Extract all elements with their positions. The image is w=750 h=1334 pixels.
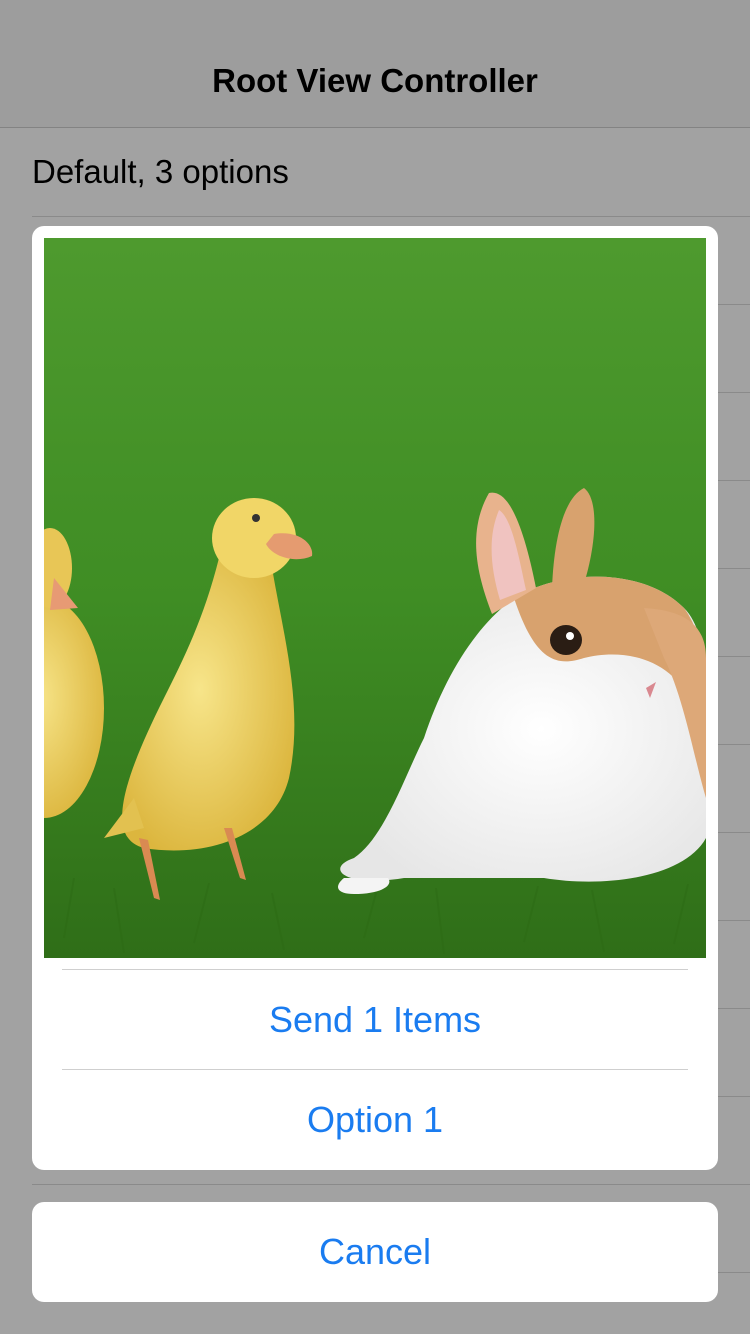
table-row[interactable]: Default, 3 options xyxy=(0,129,750,217)
cancel-button[interactable]: Cancel xyxy=(32,1202,718,1302)
photo-preview xyxy=(44,238,706,958)
send-items-button[interactable]: Send 1 Items xyxy=(32,970,718,1069)
action-sheet: Send 1 Items Option 1 xyxy=(32,226,718,1170)
photo-illustration xyxy=(44,238,706,958)
page-title: Root View Controller xyxy=(212,62,538,99)
option-1-button[interactable]: Option 1 xyxy=(32,1070,718,1170)
navigation-bar: Root View Controller xyxy=(0,0,750,128)
table-row-label: Default, 3 options xyxy=(32,153,289,190)
